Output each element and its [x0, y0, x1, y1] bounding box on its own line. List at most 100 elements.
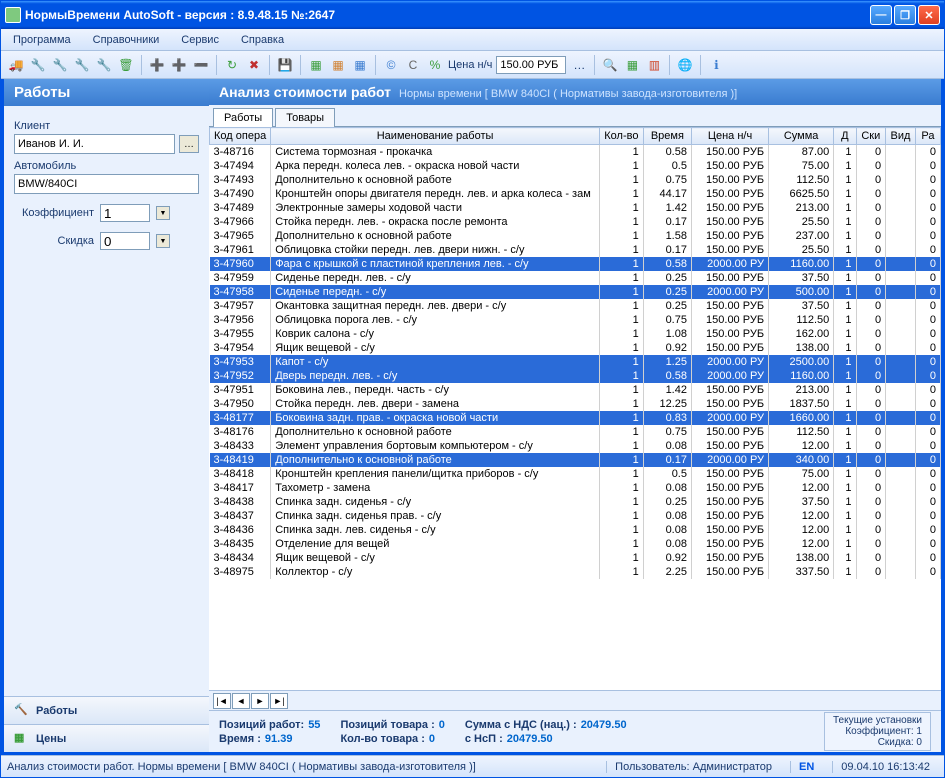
table-row[interactable]: 3-47490Кронштейн опоры двигателя передн.… [210, 187, 941, 201]
price-label: Цена н/ч [448, 59, 492, 71]
hammer-icon: 🔨 [14, 703, 30, 719]
nav-first-button[interactable]: |◄ [213, 693, 231, 709]
table-row[interactable]: 3-48435Отделение для вещей10.08150.00 РУ… [210, 537, 941, 551]
table-row[interactable]: 3-48433Элемент управления бортовым компь… [210, 439, 941, 453]
excel-icon[interactable]: ▦ [623, 56, 641, 74]
wrench-green-icon[interactable]: 🔧 [29, 56, 47, 74]
truck-icon[interactable]: 🚚 [7, 56, 25, 74]
world-icon[interactable]: 🌐 [676, 56, 694, 74]
table-row[interactable]: 3-48177Боковина задн. прав. - окраска но… [210, 411, 941, 425]
nav-works[interactable]: 🔨 Работы [4, 696, 209, 724]
table-row[interactable]: 3-48419Дополнительно к основной работе10… [210, 453, 941, 467]
table-row[interactable]: 3-47489Электронные замеры ходовой части1… [210, 201, 941, 215]
wrench-blue-icon[interactable]: 🔧 [51, 56, 69, 74]
coef-input[interactable] [100, 204, 150, 222]
nav-last-button[interactable]: ►| [270, 693, 288, 709]
add-blue-icon[interactable]: ➕ [170, 56, 188, 74]
table-row[interactable]: 3-47965Дополнительно к основной работе11… [210, 229, 941, 243]
nav-next-button[interactable]: ► [251, 693, 269, 709]
table-row[interactable]: 3-48716Система тормозная - прокачка10.58… [210, 145, 941, 160]
c-letter-icon[interactable]: C [404, 56, 422, 74]
main-panel: Анализ стоимости работ Нормы времени [ B… [209, 79, 941, 752]
col-header[interactable]: Код опера [210, 128, 271, 145]
discount-dropdown-button[interactable]: ▼ [156, 234, 170, 248]
refresh-icon[interactable]: ↻ [223, 56, 241, 74]
col-header[interactable]: Ра [915, 128, 940, 145]
col-header[interactable]: Цена н/ч [691, 128, 768, 145]
delete-icon[interactable]: ✖ [245, 56, 263, 74]
table-row[interactable]: 3-48176Дополнительно к основной работе10… [210, 425, 941, 439]
col-header[interactable]: Кол-во [599, 128, 643, 145]
table-row[interactable]: 3-47950Стойка передн. лев. двери - замен… [210, 397, 941, 411]
car-input[interactable] [14, 174, 199, 194]
menu-сервис[interactable]: Сервис [175, 32, 225, 48]
remove-icon[interactable]: ➖ [192, 56, 210, 74]
grid-container[interactable]: Код операНаименование работыКол-воВремяЦ… [209, 127, 941, 690]
col-header[interactable]: Д [834, 128, 856, 145]
ellipsis-icon[interactable]: … [570, 56, 588, 74]
doc2-icon[interactable]: ▦ [329, 56, 347, 74]
client-browse-button[interactable]: … [179, 135, 199, 153]
table-row[interactable]: 3-47953Капот - с/у11.252000.00 РУ2500.00… [210, 355, 941, 369]
table-row[interactable]: 3-47956Облицовка порога лев. - с/у10.751… [210, 313, 941, 327]
table-row[interactable]: 3-47966Стойка передн. лев. - окраска пос… [210, 215, 941, 229]
table-row[interactable]: 3-48434Ящик вещевой - с/у10.92150.00 РУБ… [210, 551, 941, 565]
menu-справка[interactable]: Справка [235, 32, 290, 48]
table-row[interactable]: 3-47961Облицовка стойки передн. лев. две… [210, 243, 941, 257]
nav-prev-button[interactable]: ◄ [232, 693, 250, 709]
status-lang[interactable]: EN [790, 761, 822, 773]
table-row[interactable]: 3-47958Сиденье передн. - с/у10.252000.00… [210, 285, 941, 299]
price-list-icon: ▦ [14, 731, 30, 747]
tabbar: РаботыТовары [209, 105, 941, 127]
table-row[interactable]: 3-47959Сиденье передн. лев. - с/у10.2515… [210, 271, 941, 285]
status-user: Пользователь: Администратор [606, 761, 780, 773]
doc3-icon[interactable]: ▦ [351, 56, 369, 74]
nav-prices[interactable]: ▦ Цены [4, 724, 209, 752]
info-icon[interactable]: ℹ [707, 56, 725, 74]
minimize-button[interactable]: ― [870, 5, 892, 25]
table-row[interactable]: 3-47493Дополнительно к основной работе10… [210, 173, 941, 187]
table-row[interactable]: 3-47960Фара с крышкой с пластиной крепле… [210, 257, 941, 271]
col-header[interactable]: Сумма [769, 128, 834, 145]
col-header[interactable]: Время [643, 128, 691, 145]
close-button[interactable]: ✕ [918, 5, 940, 25]
tab-0[interactable]: Работы [213, 108, 273, 127]
statusbar: Анализ стоимости работ. Нормы времени [ … [1, 755, 944, 777]
tab-1[interactable]: Товары [275, 108, 335, 127]
col-header[interactable]: Наименование работы [271, 128, 600, 145]
table-row[interactable]: 3-48437Спинка задн. сиденья прав. - с/у1… [210, 509, 941, 523]
table-row[interactable]: 3-47952Дверь передн. лев. - с/у10.582000… [210, 369, 941, 383]
table-row[interactable]: 3-47954Ящик вещевой - с/у10.92150.00 РУБ… [210, 341, 941, 355]
table-row[interactable]: 3-48418Кронштейн крепления панели/щитка … [210, 467, 941, 481]
client-input[interactable] [14, 134, 175, 154]
calendar-icon[interactable]: ▥ [645, 56, 663, 74]
wrench-orange-icon[interactable]: 🔧 [73, 56, 91, 74]
table-row[interactable]: 3-47951Боковина лев., передн. часть - с/… [210, 383, 941, 397]
search-icon[interactable]: 🔍 [601, 56, 619, 74]
window-title: НормыВремени AutoSoft - версия : 8.9.48.… [25, 8, 870, 22]
discount-input[interactable] [100, 232, 150, 250]
table-row[interactable]: 3-48417Тахометр - замена10.08150.00 РУБ1… [210, 481, 941, 495]
price-input[interactable] [496, 56, 566, 74]
table-row[interactable]: 3-48436Спинка задн. лев. сиденья - с/у10… [210, 523, 941, 537]
coef-label: Коэффициент [14, 207, 94, 219]
table-row[interactable]: 3-48438Спинка задн. сиденья - с/у10.2515… [210, 495, 941, 509]
doc1-icon[interactable]: ▦ [307, 56, 325, 74]
trash-icon[interactable]: 🗑 [117, 56, 135, 74]
coef-dropdown-button[interactable]: ▼ [156, 206, 170, 220]
menu-программа[interactable]: Программа [7, 32, 77, 48]
table-row[interactable]: 3-48975Коллектор - с/у12.25150.00 РУБ337… [210, 565, 941, 579]
table-row[interactable]: 3-47957Окантовка защитная передн. лев. д… [210, 299, 941, 313]
table-row[interactable]: 3-47494Арка передн. колеса лев. - окраск… [210, 159, 941, 173]
col-header[interactable]: Ски [856, 128, 886, 145]
wrench-red-icon[interactable]: 🔧 [95, 56, 113, 74]
save-icon[interactable]: 💾 [276, 56, 294, 74]
add-green-icon[interactable]: ➕ [148, 56, 166, 74]
col-header[interactable]: Вид [886, 128, 916, 145]
maximize-button[interactable]: ❐ [894, 5, 916, 25]
copyright-icon[interactable]: © [382, 56, 400, 74]
table-row[interactable]: 3-47955Коврик салона - с/у11.08150.00 РУ… [210, 327, 941, 341]
menu-справочники[interactable]: Справочники [87, 32, 166, 48]
percent-icon[interactable]: % [426, 56, 444, 74]
sidebar: Работы Клиент … Автомобиль Коэффициент ▼ [4, 79, 209, 752]
